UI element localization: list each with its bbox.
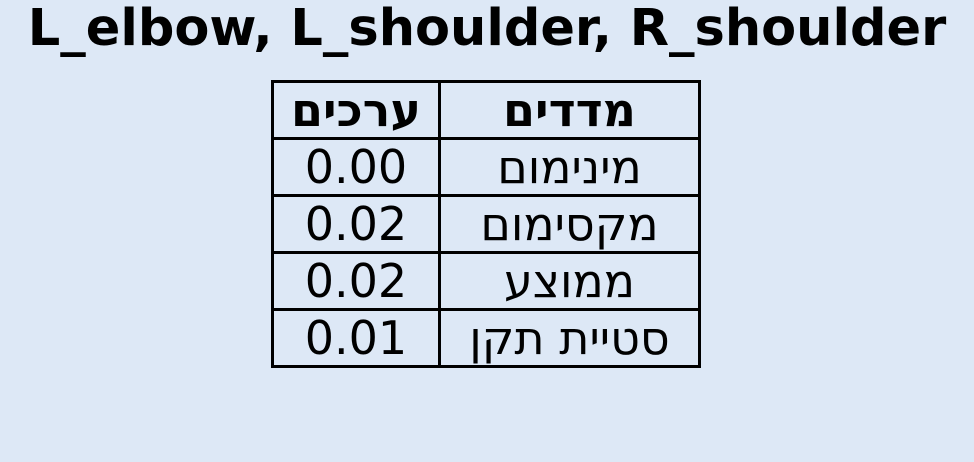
table-row: 0.01 סטיית תקן: [271, 308, 701, 368]
cell-value-std: 0.01: [271, 308, 441, 368]
cell-metric-std: סטיית תקן: [438, 308, 701, 368]
cell-metric-min: מינימום: [438, 137, 701, 197]
cell-value-max: 0.02: [271, 194, 441, 254]
table-row: 0.02 מקסימום: [271, 194, 701, 254]
header-values: ערכים: [271, 80, 441, 140]
cell-value-mean: 0.02: [271, 251, 441, 311]
chart-title: L_elbow, L_shoulder, R_shoulder: [27, 0, 947, 58]
stats-table: ערכים מדדים 0.00 מינימום 0.02 מקסימום 0.…: [271, 80, 701, 368]
header-metrics: מדדים: [438, 80, 701, 140]
table-row: 0.00 מינימום: [271, 137, 701, 197]
table-row: 0.02 ממוצע: [271, 251, 701, 311]
cell-metric-mean: ממוצע: [438, 251, 701, 311]
table-header-row: ערכים מדדים: [271, 80, 701, 140]
cell-value-min: 0.00: [271, 137, 441, 197]
cell-metric-max: מקסימום: [438, 194, 701, 254]
